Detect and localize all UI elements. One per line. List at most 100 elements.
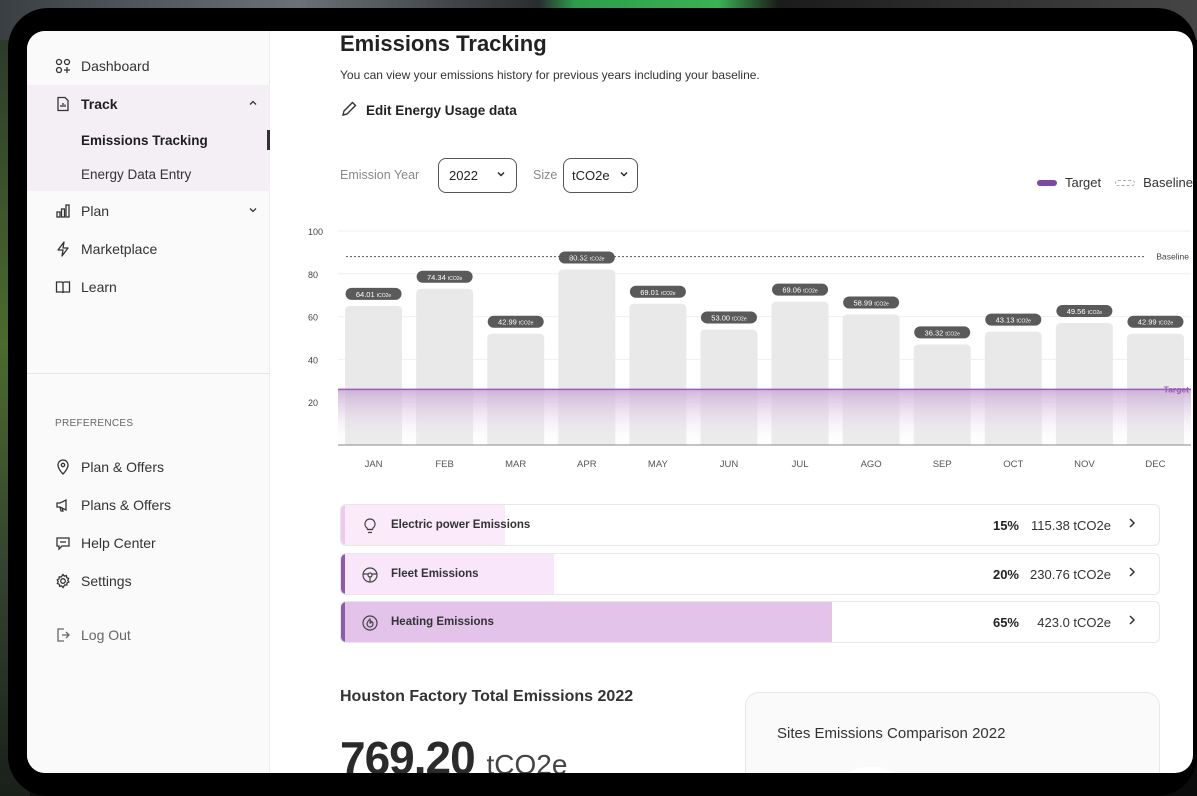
chat-icon [55,535,71,551]
logout-button[interactable]: Log Out [27,616,270,654]
track-icon [55,96,71,112]
total-emissions-title: Houston Factory Total Emissions 2022 [340,688,634,705]
emission-category-row[interactable]: Electric power Emissions 15% 115.38 tCO2e [340,504,1160,546]
x-tick-label: OCT [1003,459,1023,470]
pref-help-center[interactable]: Help Center [27,524,270,562]
nav-marketplace[interactable]: Marketplace [27,230,270,268]
plan-icon [55,203,71,219]
legend-target-swatch [1036,179,1057,186]
data-label-value: 42.99 [498,318,519,327]
data-label-unit: tCO2e [661,291,676,297]
baseline-line-label: Baseline [1156,252,1189,262]
data-label-value: 80.32 [569,254,590,263]
lightbulb-icon [361,517,379,535]
y-tick-label: 40 [308,355,318,365]
data-label-value: 74.34 [427,273,448,282]
lightning-icon [55,241,71,257]
logout-icon [55,627,71,643]
sub-energy-data-entry-label: Energy Data Entry [81,166,192,182]
size-select[interactable]: tCO2e [563,158,638,193]
sub-emissions-tracking[interactable]: Emissions Tracking [27,123,270,157]
book-icon [55,279,71,295]
category-value: 230.76 tCO2e [1030,566,1111,582]
chart-svg: 100 80 60 40 20 64.01 tCO2e JAN 74.34 tCO2e FEB 4… [308,227,1191,470]
nav-track-label: Track [81,96,118,112]
pref-plan-offers-label: Plan & Offers [81,459,165,475]
steering-wheel-icon [361,566,379,584]
chart-legend: Target Baseline [1036,175,1193,190]
y-tick-label: 60 [308,313,318,323]
category-name: Electric power Emissions [391,519,531,531]
nav-plan-label: Plan [81,203,110,219]
category-name: Heating Emissions [391,616,494,628]
data-label-unit: tCO2e [1088,310,1103,316]
page-title: Emissions Tracking [340,31,547,56]
data-label-unit: tCO2e [874,301,889,307]
size-label: Size [533,168,558,182]
pref-plan-offers[interactable]: Plan & Offers [27,448,270,486]
data-label-value: 53.00 [711,313,732,322]
data-label-unit: tCO2e [377,293,392,299]
x-tick-label: NOV [1074,459,1095,470]
edit-energy-usage-link[interactable]: Edit Energy Usage data [340,100,517,121]
emission-year-value: 2022 [449,168,478,183]
app-screen: Dashboard Track Emissions Tracking Energ… [27,31,1193,773]
data-label-value: 69.01 [640,288,661,297]
chevron-down-icon[interactable] [248,205,258,218]
x-tick-label: JUN [720,459,739,470]
sites-comparison-title: Sites Emissions Comparison 2022 [777,725,1006,742]
category-name: Fleet Emissions [391,567,479,580]
flame-icon [361,614,379,632]
x-tick-label: JAN [365,459,383,470]
nav-learn[interactable]: Learn [27,268,270,306]
x-tick-label: AGO [861,459,882,470]
data-label-unit: tCO2e [1016,319,1031,325]
nav-dashboard[interactable]: Dashboard [27,47,270,85]
category-accent-edge [341,553,345,594]
edit-energy-usage-label: Edit Energy Usage data [366,103,517,118]
y-tick-label: 100 [308,227,323,237]
sidebar-divider [27,373,270,374]
sub-energy-data-entry[interactable]: Energy Data Entry [27,157,270,191]
data-label-value: 42.99 [1138,318,1159,327]
chevron-right-icon[interactable] [1127,517,1137,532]
emission-year-select[interactable]: 2022 [438,158,517,193]
dashboard-icon [55,58,71,74]
emissions-bar-chart: 100 80 60 40 20 64.01 tCO2e JAN 74.34 tCO2e FEB 4… [302,217,1193,477]
emission-category-row[interactable]: Fleet Emissions 20% 230.76 tCO2e [340,552,1160,595]
preferences-heading: PREFERENCES [55,418,134,429]
chevron-right-icon[interactable] [1127,566,1137,581]
logout-label: Log Out [81,627,131,643]
total-value-number: 769.20 [340,732,476,773]
data-label-value: 49.56 [1067,307,1088,316]
data-label-value: 64.01 [356,290,377,299]
x-tick-label: FEB [435,459,453,470]
main-content: Emissions Tracking You can view your emi… [270,31,1193,773]
data-label-unit: tCO2e [732,316,747,322]
total-value-unit: tCO2e [486,749,568,773]
nav-learn-label: Learn [81,279,117,295]
nav-plan[interactable]: Plan [27,192,270,230]
data-label-unit: tCO2e [803,289,818,295]
data-label-value: 43.13 [996,316,1017,325]
pref-settings[interactable]: Settings [27,562,270,600]
pref-settings-label: Settings [81,573,132,589]
chevron-right-icon[interactable] [1127,614,1137,629]
chevron-up-icon[interactable] [248,98,258,111]
pref-plans-offers-label: Plans & Offers [81,497,172,513]
category-percent: 65% [992,615,1019,630]
y-tick-label: 80 [308,270,318,280]
pref-plans-offers[interactable]: Plans & Offers [27,486,270,524]
pref-help-center-label: Help Center [81,535,156,551]
emission-category-row[interactable]: Heating Emissions 65% 423.0 tCO2e [340,601,1160,643]
legend-baseline-swatch [1115,179,1136,186]
nav-marketplace-label: Marketplace [81,241,158,257]
location-pin-icon [55,459,71,475]
size-value: tCO2e [572,168,610,183]
sites-comparison-card: Sites Emissions Comparison 2022 [745,692,1160,773]
nav-track[interactable]: Track [27,85,270,123]
category-accent-edge [341,602,345,642]
y-tick-label: 20 [308,398,318,408]
legend-baseline-label: Baseline [1143,175,1193,190]
sub-emissions-tracking-label: Emissions Tracking [81,132,208,148]
